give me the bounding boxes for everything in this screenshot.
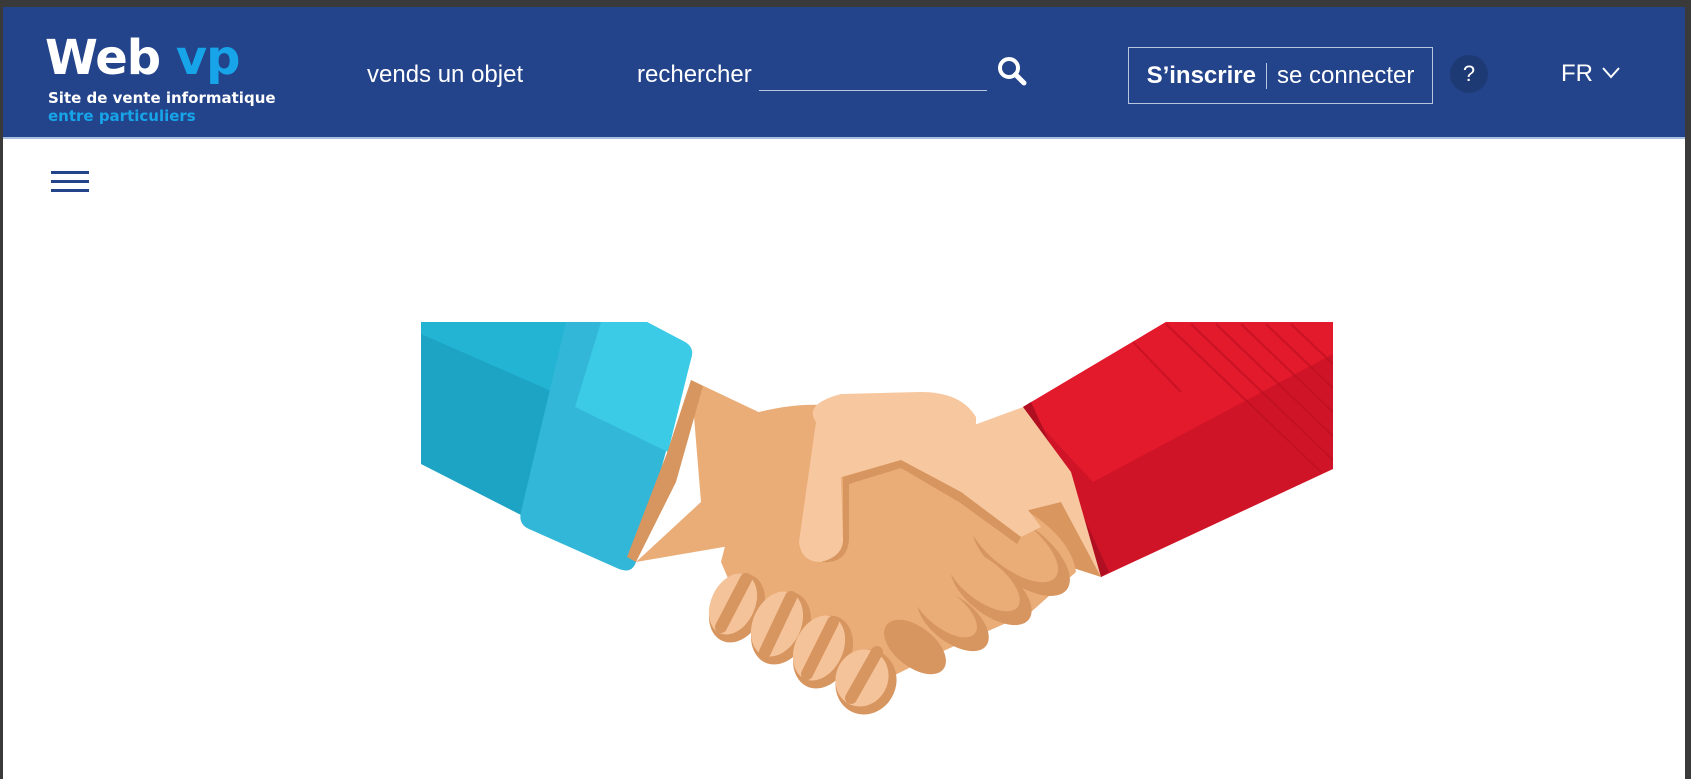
signup-button[interactable]: S’inscrire [1147, 62, 1256, 90]
logo-title: Web vp [45, 31, 276, 85]
auth-box: S’inscrire se connecter [1128, 47, 1433, 104]
help-button[interactable]: ? [1450, 55, 1488, 93]
search-input[interactable] [759, 61, 987, 91]
language-selector[interactable]: FR [1561, 60, 1620, 88]
site-header: Web vp Site de vente informatique entre … [3, 7, 1685, 139]
logo[interactable]: Web vp Site de vente informatique entre … [45, 31, 276, 125]
logo-title-accent: vp [175, 30, 241, 86]
handshake-illustration [421, 322, 1333, 715]
hamburger-menu-icon [51, 171, 89, 192]
search-icon [998, 57, 1027, 86]
logo-tagline-line1: Site de vente informatique [48, 89, 276, 107]
chevron-down-icon [1601, 66, 1620, 79]
hamburger-menu-button[interactable] [50, 170, 90, 196]
logo-tagline-line2: entre particuliers [48, 107, 196, 125]
auth-divider [1265, 62, 1267, 89]
page: Web vp Site de vente informatique entre … [3, 7, 1685, 779]
login-button[interactable]: se connecter [1277, 62, 1414, 90]
sell-item-link[interactable]: vends un objet [367, 61, 523, 89]
search-label: rechercher [637, 61, 752, 88]
logo-title-main: Web [45, 30, 161, 86]
search-button[interactable] [995, 55, 1029, 89]
language-selected: FR [1561, 60, 1593, 87]
